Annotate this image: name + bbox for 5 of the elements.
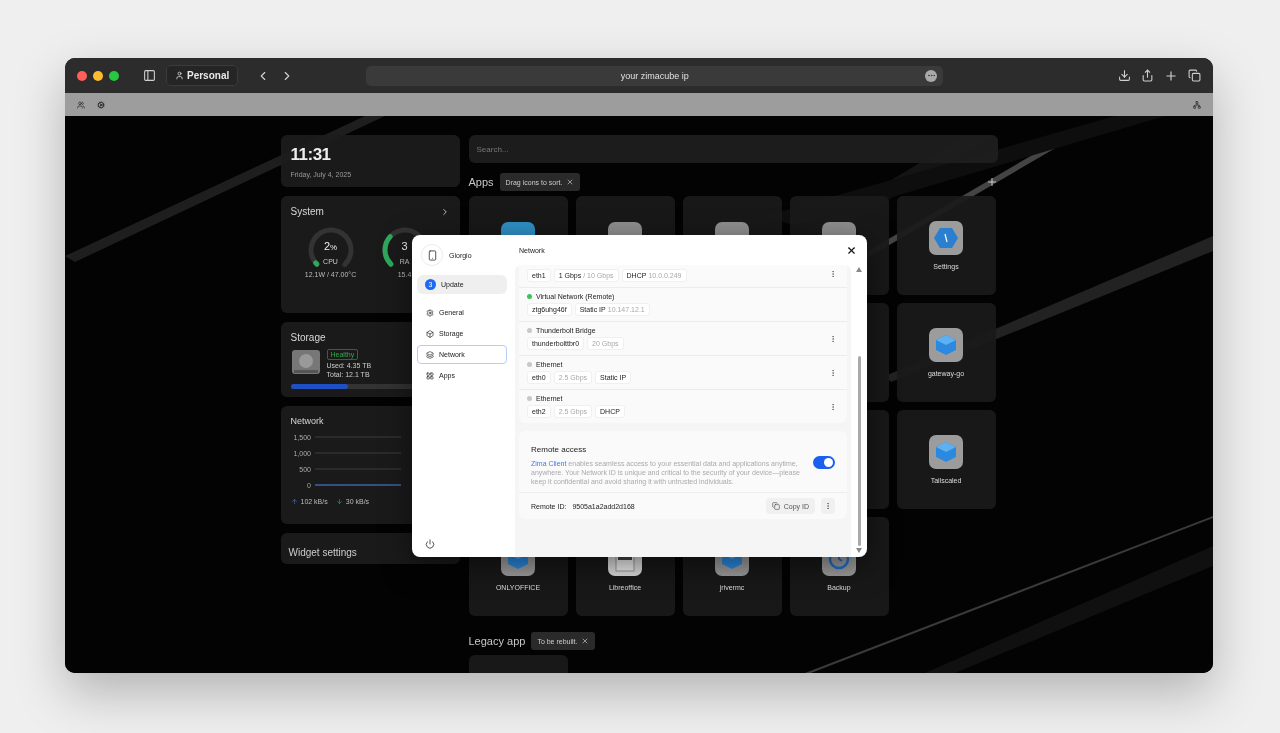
search-field[interactable]: Search... <box>468 135 998 163</box>
profile-button[interactable]: Personal <box>166 65 239 86</box>
section-title: Legacy app <box>468 635 526 647</box>
section-title: Apps <box>468 176 494 188</box>
address-bar[interactable]: your zimacube ip <box>366 65 944 86</box>
